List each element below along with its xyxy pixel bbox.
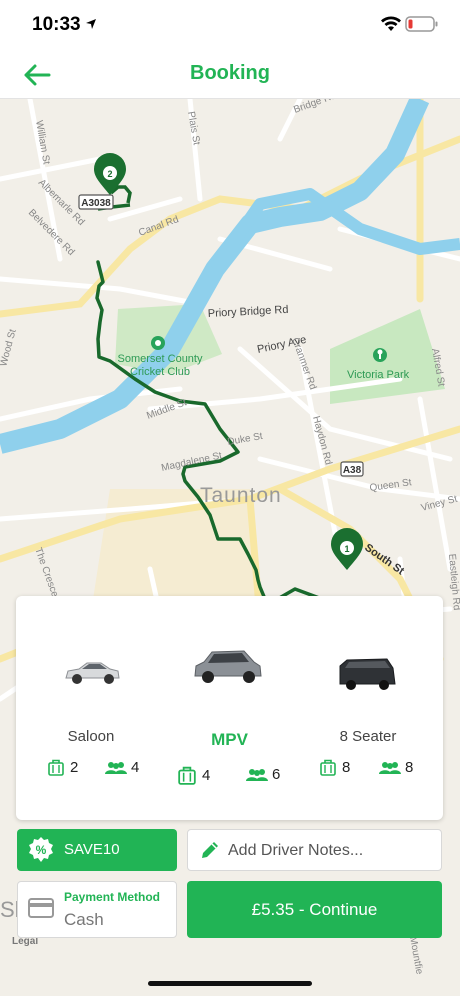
map-label-magdalene-st: Magdalene St — [160, 450, 223, 474]
tree-park-icon — [373, 348, 387, 362]
status-bar: 10:33 — [0, 0, 460, 50]
map-label-taunton: Taunton — [200, 484, 282, 507]
promo-code-button[interactable]: % SAVE10 — [17, 829, 177, 871]
a38-shield: A38 — [340, 461, 364, 477]
map-label-cricket-club-2: Cricket Club — [130, 366, 190, 378]
map-label-middle-st: Middle St — [145, 397, 188, 422]
map-label-victoria-park: Victoria Park — [347, 369, 410, 381]
luggage-count: 2 — [70, 759, 79, 776]
home-indicator[interactable] — [148, 981, 312, 986]
percent-badge-icon: % — [29, 837, 53, 862]
pin-1-label: 1 — [344, 544, 349, 554]
driver-notes-field[interactable]: Add Driver Notes... — [187, 829, 442, 871]
vehicle-name: Saloon — [67, 728, 115, 745]
a3038-label: A3038 — [81, 198, 111, 209]
map-label-the-crescent: The Cresce — [32, 546, 60, 599]
credit-card-icon — [28, 898, 54, 918]
victoria-park-area — [330, 309, 445, 404]
passengers-icon — [379, 761, 401, 774]
luggage-icon — [320, 759, 336, 776]
pencil-icon — [202, 842, 218, 858]
map-label-canal-rd: Canal Rd — [137, 214, 180, 239]
passengers-icon — [105, 761, 127, 774]
passenger-capacity: 4 — [105, 759, 139, 776]
passenger-capacity: 6 — [246, 766, 280, 783]
map-label-mountfield: Mountfie — [407, 936, 425, 976]
page-title: Booking — [190, 62, 270, 84]
continue-button[interactable]: £5.35 - Continue — [187, 881, 442, 938]
vehicle-name: 8 Seater — [339, 728, 397, 745]
vehicle-option-8-seater[interactable]: 8 Seater 8 8 — [293, 596, 443, 820]
vehicle-option-mpv[interactable]: MPV 4 6 — [166, 596, 293, 820]
vehicle-selector-card: Saloon 2 4 MPV 4 6 8 Seater 8 8 — [16, 596, 443, 820]
dropoff-pin-icon: 1 — [331, 528, 363, 570]
map-label-cricket-club-1: Somerset County — [118, 353, 203, 365]
map-label-duke-st: Duke St — [227, 431, 264, 448]
map-label-plais-st: Plais St — [185, 111, 202, 147]
vehicle-name-selected: MPV — [211, 730, 248, 749]
payment-method-value: Cash — [64, 910, 104, 929]
map-label-haydon-rd: Haydon Rd — [310, 415, 334, 466]
luggage-capacity: 8 — [320, 759, 350, 776]
luggage-capacity: 4 — [178, 766, 210, 785]
passenger-count: 8 — [405, 759, 414, 776]
payment-method-selector[interactable]: Payment Method Cash — [17, 881, 177, 938]
mpv-car-icon — [194, 650, 262, 683]
battery-icon — [405, 16, 438, 32]
passenger-count: 6 — [272, 766, 281, 783]
wifi-icon — [381, 16, 401, 31]
saloon-car-icon — [65, 662, 120, 684]
luggage-icon — [178, 766, 196, 785]
van-icon — [339, 658, 396, 690]
continue-button-label: £5.35 - Continue — [251, 900, 378, 919]
a38-label: A38 — [343, 465, 362, 476]
map-label-wood-st: Wood St — [0, 328, 19, 368]
luggage-count: 8 — [342, 759, 351, 776]
svg-text:%: % — [36, 843, 47, 857]
map-label-eastleigh-rd: Eastleigh Rd — [446, 553, 460, 610]
pin-2-label: 2 — [107, 169, 112, 179]
status-time: 10:33 — [32, 14, 81, 35]
luggage-count: 4 — [202, 767, 211, 784]
luggage-capacity: 2 — [48, 759, 78, 776]
location-arrow-icon — [86, 19, 96, 29]
header: Booking — [0, 50, 460, 99]
a3038-shield: A3038 — [78, 194, 114, 210]
vehicle-option-saloon[interactable]: Saloon 2 4 — [16, 596, 166, 820]
passengers-icon — [246, 768, 268, 781]
passenger-count: 4 — [131, 759, 140, 776]
payment-method-label: Payment Method — [64, 890, 161, 904]
map-label-priory-bridge-rd: Priory Bridge Rd — [208, 304, 289, 320]
passenger-capacity: 8 — [379, 759, 413, 776]
driver-notes-placeholder: Add Driver Notes... — [228, 842, 364, 859]
promo-code-label: SAVE10 — [64, 841, 120, 858]
cricket-club-icon — [151, 336, 165, 350]
luggage-icon — [48, 759, 64, 776]
